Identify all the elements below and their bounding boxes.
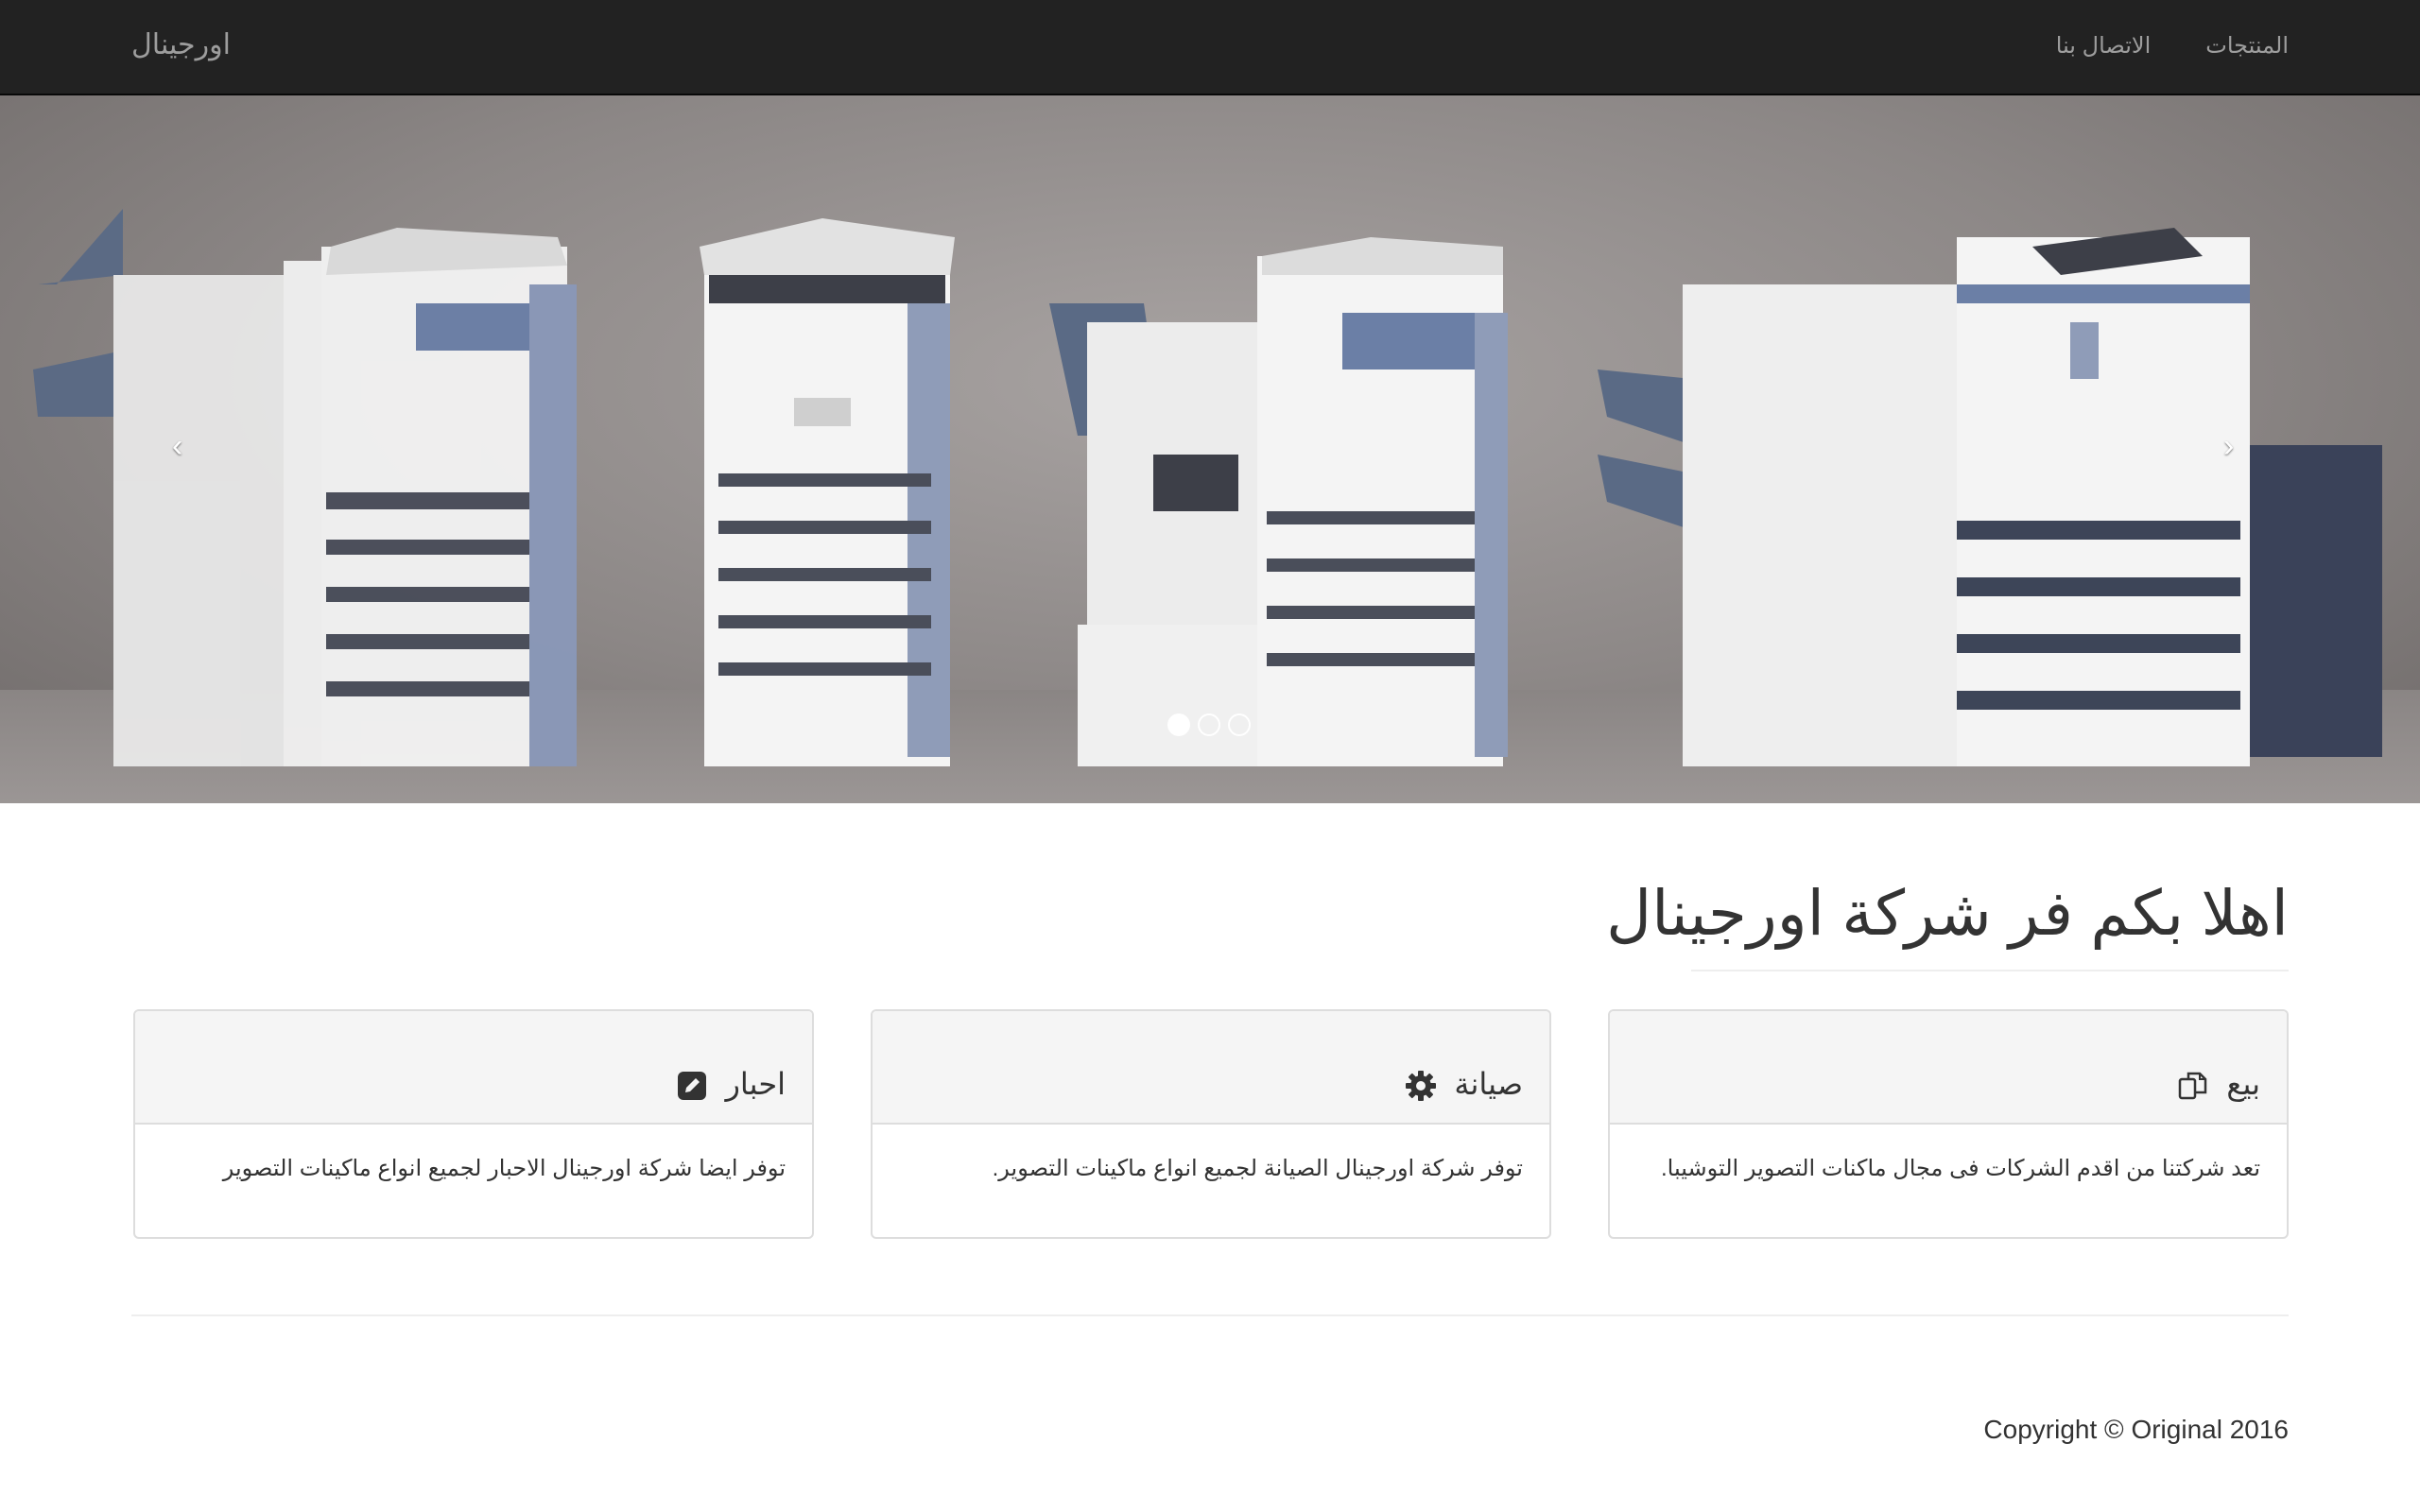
brand-logo[interactable]: اورجينال [131,28,231,61]
panel-body: تعد شركتنا من اقدم الشركات فى مجال ماكنا… [1661,1156,2260,1181]
carousel-indicators [1167,713,1251,736]
title-divider [1691,970,2289,971]
carousel-indicator-2[interactable] [1198,713,1220,736]
panel-title: صيانة [1454,1067,1523,1101]
carousel-prev-icon[interactable]: ‹ [172,428,182,465]
nav-links: المنتجات الاتصال بنا [2056,32,2289,60]
panel-heading: بيع [1610,1011,2287,1125]
carousel-next-icon[interactable]: › [2223,428,2234,465]
nav-link-products[interactable]: المنتجات [2205,32,2289,60]
carousel-indicator-1[interactable] [1167,713,1190,736]
edit-icon [678,1072,707,1100]
hero-carousel: ‹ › [0,95,2420,803]
panel-heading: احبار [135,1011,812,1125]
panel-maintenance: صيانة توفر شركة اورجينال الصيانة لجميع ا… [871,1009,1551,1239]
carousel-slide-image [33,209,2382,766]
nav-link-contact[interactable]: الاتصال بنا [2056,32,2152,60]
gear-icon [1406,1071,1437,1101]
panel-title: بيع [2226,1067,2260,1101]
copy-icon [2179,1072,2207,1100]
carousel-indicator-3[interactable] [1228,713,1251,736]
copyright-text: Copyright © Original 2016 [1983,1415,2289,1444]
panel-sales: بيع تعد شركتنا من اقدم الشركات فى مجال م… [1608,1009,2289,1239]
page-title: اهلا بكم فر شركة اورجينال [1606,878,2289,948]
panel-body: توفر شركة اورجينال الصيانة لجميع انواع م… [992,1156,1523,1181]
panel-title: احبار [725,1067,786,1101]
footer-divider [131,1314,2289,1316]
panel-inks: احبار توفر ايضا شركة اورجينال الاحبار لج… [133,1009,814,1239]
panel-heading: صيانة [873,1011,1549,1125]
copier-illustration [33,209,577,766]
top-navbar: اورجينال المنتجات الاتصال بنا [0,0,2420,95]
panel-body: توفر ايضا شركة اورجينال الاحبار لجميع ان… [222,1156,786,1181]
